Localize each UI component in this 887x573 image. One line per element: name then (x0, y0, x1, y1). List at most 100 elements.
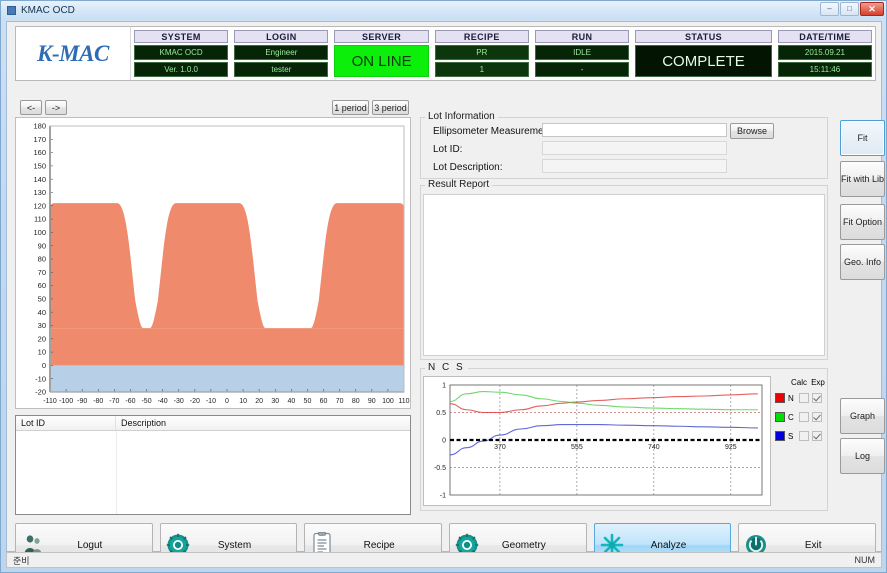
ncs-legend-label-n: N (788, 393, 794, 403)
svg-text:0.5: 0.5 (436, 410, 446, 417)
one-period-button[interactable]: 1 period (332, 100, 369, 115)
svg-text:-110: -110 (43, 398, 57, 405)
lot-description-input[interactable] (542, 159, 727, 173)
ncs-exp-checkbox-n[interactable] (812, 393, 822, 403)
close-button[interactable]: ✕ (860, 2, 884, 16)
svg-text:-60: -60 (125, 398, 135, 405)
log-button[interactable]: Log (840, 438, 885, 474)
svg-text:40: 40 (287, 398, 295, 405)
geometry-button-label: Geometry (501, 539, 546, 551)
lot-list-table[interactable]: Lot ID Description (15, 415, 411, 515)
ncs-chart[interactable]: -1 -0.5 0 0.5 1 370 555 740 925 (423, 376, 771, 506)
graph-button[interactable]: Graph (840, 398, 885, 434)
svg-text:100: 100 (382, 398, 394, 405)
status-bar-left-text: 준비 (13, 555, 30, 566)
lot-table-body[interactable] (16, 431, 410, 514)
status-value-system-name: KMAC OCD (134, 45, 229, 60)
svg-text:1: 1 (442, 383, 446, 390)
title-bar: KMAC OCD – □ ✕ (1, 1, 886, 19)
lot-table-col-description[interactable]: Description (116, 416, 410, 430)
ncs-legend-header-calc: Calc (791, 378, 808, 387)
status-head-system: SYSTEM (134, 30, 229, 43)
ocd-profile-chart[interactable]: -20 -10 0 10 20 30 40 50 60 70 80 90 100 110 120 130 140… (15, 117, 411, 409)
status-bar: 준비 NUM (6, 552, 882, 568)
fit-button[interactable]: Fit (840, 120, 885, 156)
exit-button-label: Exit (804, 539, 822, 551)
svg-text:140: 140 (33, 175, 46, 184)
ncs-legend: Calc Exp NCS (775, 378, 829, 448)
ncs-legend-swatch-n (775, 393, 785, 403)
svg-text:80: 80 (352, 398, 360, 405)
ncs-legend-label-s: S (788, 431, 794, 441)
svg-text:-0.5: -0.5 (434, 465, 446, 472)
status-head-status: STATUS (635, 30, 772, 43)
ncs-chart-svg: -1 -0.5 0 0.5 1 370 555 740 925 (434, 383, 763, 500)
ncs-calc-checkbox-s[interactable] (799, 431, 809, 441)
maximize-button[interactable]: □ (840, 2, 859, 16)
svg-text:110: 110 (34, 215, 46, 224)
status-value-run-state: IDLE (534, 45, 630, 60)
status-value-status-state: COMPLETE (635, 45, 772, 77)
svg-text:-30: -30 (174, 398, 184, 405)
status-group-server: SERVER ON LINE (331, 27, 431, 80)
ncs-legend-header-exp: Exp (811, 378, 825, 387)
lot-id-input[interactable] (542, 141, 727, 155)
svg-text:0: 0 (442, 438, 446, 445)
ncs-legend-headers: Calc Exp (791, 378, 829, 387)
svg-text:110: 110 (398, 398, 409, 405)
lot-table-col-lotid[interactable]: Lot ID (16, 416, 116, 430)
lot-id-label: Lot ID: (433, 144, 463, 155)
browse-button[interactable]: Browse (730, 123, 774, 139)
svg-text:40: 40 (38, 308, 46, 317)
fit-option-button[interactable]: Fit Option (840, 204, 885, 240)
ncs-exp-checkbox-s[interactable] (812, 431, 822, 441)
fit-with-lib-button[interactable]: Fit with Lib (840, 161, 885, 197)
svg-text:0: 0 (225, 398, 229, 405)
ocd-profile-svg: -20-100102030405060708090100110120130140… (16, 118, 410, 408)
lot-information-label: Lot Information (425, 111, 498, 122)
svg-text:60: 60 (320, 398, 328, 405)
ellipsometer-file-input[interactable] (542, 123, 727, 137)
status-group-system: SYSTEM KMAC OCD Ver. 1.0.0 (131, 27, 231, 80)
ncs-legend-swatch-s (775, 431, 785, 441)
minimize-button[interactable]: – (820, 2, 839, 16)
svg-text:70: 70 (336, 398, 344, 405)
ncs-exp-checkbox-c[interactable] (812, 412, 822, 422)
svg-text:10: 10 (239, 398, 247, 405)
ncs-legend-row-n: N (775, 390, 829, 406)
ncs-legend-rows: NCS (775, 390, 829, 444)
svg-text:90: 90 (368, 398, 376, 405)
svg-text:740: 740 (648, 444, 660, 451)
status-head-datetime: DATE/TIME (777, 30, 873, 43)
svg-text:70: 70 (38, 268, 46, 277)
ncs-legend-label-c: C (788, 412, 794, 422)
status-value-login-user: tester (234, 62, 329, 77)
svg-text:20: 20 (255, 398, 263, 405)
svg-text:-40: -40 (158, 398, 168, 405)
recipe-button-label: Recipe (363, 539, 395, 551)
ncs-group-label: N C S (425, 362, 468, 373)
app-icon (7, 5, 16, 15)
status-value-run-detail: - (534, 62, 630, 77)
svg-text:0: 0 (42, 361, 46, 370)
ncs-calc-checkbox-n[interactable] (799, 393, 809, 403)
status-value-recipe-name: PR (434, 45, 529, 60)
geo-info-button[interactable]: Geo. Info (840, 244, 885, 280)
svg-text:120: 120 (33, 201, 46, 210)
svg-text:160: 160 (33, 148, 46, 157)
profile-next-button[interactable]: -> (45, 100, 67, 115)
svg-text:100: 100 (33, 228, 46, 237)
ncs-legend-swatch-c (775, 412, 785, 422)
svg-text:925: 925 (725, 444, 737, 451)
ncs-calc-checkbox-c[interactable] (799, 412, 809, 422)
lot-table-column-divider (116, 431, 117, 514)
status-group-recipe: RECIPE PR 1 (432, 27, 532, 80)
brand-logo: K-MAC (16, 27, 131, 80)
result-report-textarea[interactable] (423, 194, 825, 356)
svg-text:-20: -20 (190, 398, 200, 405)
svg-text:50: 50 (304, 398, 312, 405)
three-period-button[interactable]: 3 period (372, 100, 409, 115)
result-report-label: Result Report (425, 179, 493, 190)
analyze-button-label: Analyze (650, 539, 687, 551)
profile-prev-button[interactable]: <- (20, 100, 42, 115)
